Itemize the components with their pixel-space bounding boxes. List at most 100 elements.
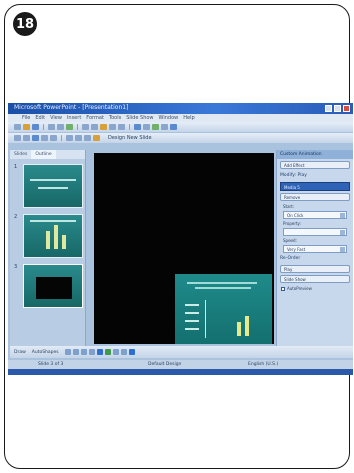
clipart-icon[interactable] xyxy=(104,349,111,355)
thumbnail-title-line xyxy=(30,220,76,222)
menu-file[interactable]: File xyxy=(22,115,30,121)
spelling-icon[interactable] xyxy=(66,124,73,130)
modify-label: Modify: Play xyxy=(280,173,307,178)
autopreview-checkbox[interactable]: AutoPreview xyxy=(277,285,353,292)
menu-tools[interactable]: Tools xyxy=(109,115,121,121)
slide-thumbnail-row[interactable]: 3 xyxy=(14,264,83,308)
italic-icon[interactable] xyxy=(41,135,48,141)
formatting-toolbar: Design New Slide xyxy=(8,133,353,143)
align-left-icon[interactable] xyxy=(66,135,73,141)
toolbar-separator xyxy=(77,124,78,130)
font-color-icon[interactable] xyxy=(128,349,135,355)
inset-row-label xyxy=(185,328,199,330)
step-number-badge: 18 xyxy=(13,12,37,36)
toolbar-separator xyxy=(43,124,44,130)
line-color-icon[interactable] xyxy=(120,349,127,355)
start-dropdown[interactable]: On Click xyxy=(283,211,347,219)
undo-icon[interactable] xyxy=(109,124,116,130)
standard-toolbar xyxy=(8,122,353,132)
cut-icon[interactable] xyxy=(82,124,89,130)
redo-icon[interactable] xyxy=(118,124,125,130)
app-window: Microsoft PowerPoint - [Presentation1] F… xyxy=(8,103,353,375)
design-status: Default Design xyxy=(148,362,182,367)
play-button[interactable]: Play xyxy=(280,265,350,273)
menu-help[interactable]: Help xyxy=(183,115,194,121)
open-icon[interactable] xyxy=(23,124,30,130)
selected-animation-item[interactable]: Media 5 xyxy=(280,182,350,191)
remove-button[interactable]: Remove xyxy=(280,193,350,201)
slide-thumbnail-selected[interactable] xyxy=(23,264,83,308)
slide-thumbnail[interactable] xyxy=(23,164,83,208)
checkbox-icon[interactable] xyxy=(281,286,285,291)
toolbar-separator xyxy=(61,135,62,141)
textbox-icon[interactable] xyxy=(96,349,103,355)
window-controls xyxy=(325,105,350,112)
title-bar: Microsoft PowerPoint - [Presentation1] xyxy=(8,103,353,114)
slide-thumbnail[interactable] xyxy=(23,214,83,258)
menu-format[interactable]: Format xyxy=(86,115,104,121)
close-icon[interactable] xyxy=(343,105,350,112)
save-icon[interactable] xyxy=(32,124,39,130)
minimize-icon[interactable] xyxy=(325,105,332,112)
menu-window[interactable]: Window xyxy=(159,115,179,121)
new-icon[interactable] xyxy=(14,124,21,130)
font-icon[interactable] xyxy=(14,135,21,141)
fill-color-icon[interactable] xyxy=(112,349,119,355)
tab-outline[interactable]: Outline xyxy=(31,150,56,159)
property-dropdown[interactable] xyxy=(283,228,347,236)
menu-bar: File Edit View Insert Format Tools Slide… xyxy=(8,114,353,122)
custom-animation-task-pane: Custom Animation Add Effect Modify: Play… xyxy=(276,150,353,346)
reorder-label: Re-Order xyxy=(280,256,301,261)
oval-icon[interactable] xyxy=(88,349,95,355)
rectangle-icon[interactable] xyxy=(80,349,87,355)
slide-thumbnail-pane: Slides Outline 1 2 3 xyxy=(10,150,86,346)
autoshapes-menu[interactable]: AutoShapes xyxy=(32,350,59,355)
slide-count-status: Slide 3 of 3 xyxy=(38,362,64,367)
help-icon[interactable] xyxy=(170,124,177,130)
preview-icon[interactable] xyxy=(57,124,64,130)
inset-subtitle-line xyxy=(195,287,251,289)
chart-icon[interactable] xyxy=(134,124,141,130)
window-title: Microsoft PowerPoint - [Presentation1] xyxy=(14,104,129,111)
thumbnail-subtitle-line xyxy=(38,187,68,189)
slide-number: 2 xyxy=(14,214,18,220)
maximize-icon[interactable] xyxy=(334,105,341,112)
font-size-icon[interactable] xyxy=(23,135,30,141)
copy-icon[interactable] xyxy=(91,124,98,130)
menu-view[interactable]: View xyxy=(50,115,62,121)
draw-menu[interactable]: Draw xyxy=(14,350,26,355)
add-effect-button[interactable]: Add Effect xyxy=(280,161,350,169)
task-pane-header: Custom Animation xyxy=(277,150,353,159)
underline-icon[interactable] xyxy=(50,135,57,141)
picture-icon[interactable] xyxy=(152,124,159,130)
print-icon[interactable] xyxy=(48,124,55,130)
menu-insert[interactable]: Insert xyxy=(67,115,81,121)
bold-icon[interactable] xyxy=(32,135,39,141)
align-right-icon[interactable] xyxy=(84,135,91,141)
slide-thumbnail-row[interactable]: 2 xyxy=(14,214,83,258)
status-bar: Slide 3 of 3 Default Design English (U.S… xyxy=(8,360,353,369)
slide-thumbnail-row[interactable]: 1 xyxy=(14,164,83,208)
table-icon[interactable] xyxy=(143,124,150,130)
start-label: Start: xyxy=(283,204,295,209)
design-new-slide-buttons[interactable]: Design New Slide xyxy=(108,135,152,141)
thumbnail-media-placeholder xyxy=(36,277,72,299)
inset-row-label xyxy=(185,304,199,306)
zoom-icon[interactable] xyxy=(161,124,168,130)
inset-row-label xyxy=(185,312,199,314)
slide-show-button[interactable]: Slide Show xyxy=(280,275,350,283)
slide-pane-tabs: Slides Outline xyxy=(10,150,85,159)
tab-slides[interactable]: Slides xyxy=(10,150,31,159)
slide-number: 1 xyxy=(14,164,18,170)
line-icon[interactable] xyxy=(64,349,71,355)
speed-dropdown[interactable]: Very Fast xyxy=(283,245,347,253)
menu-slide-show[interactable]: Slide Show xyxy=(126,115,153,121)
menu-edit[interactable]: Edit xyxy=(35,115,45,121)
inset-chart-bar xyxy=(237,322,241,336)
align-center-icon[interactable] xyxy=(75,135,82,141)
thumbnail-chart-bar xyxy=(54,225,58,249)
paste-icon[interactable] xyxy=(100,124,107,130)
thumbnail-title-line xyxy=(30,179,76,181)
arrow-icon[interactable] xyxy=(72,349,79,355)
font-color-icon[interactable] xyxy=(93,135,100,141)
